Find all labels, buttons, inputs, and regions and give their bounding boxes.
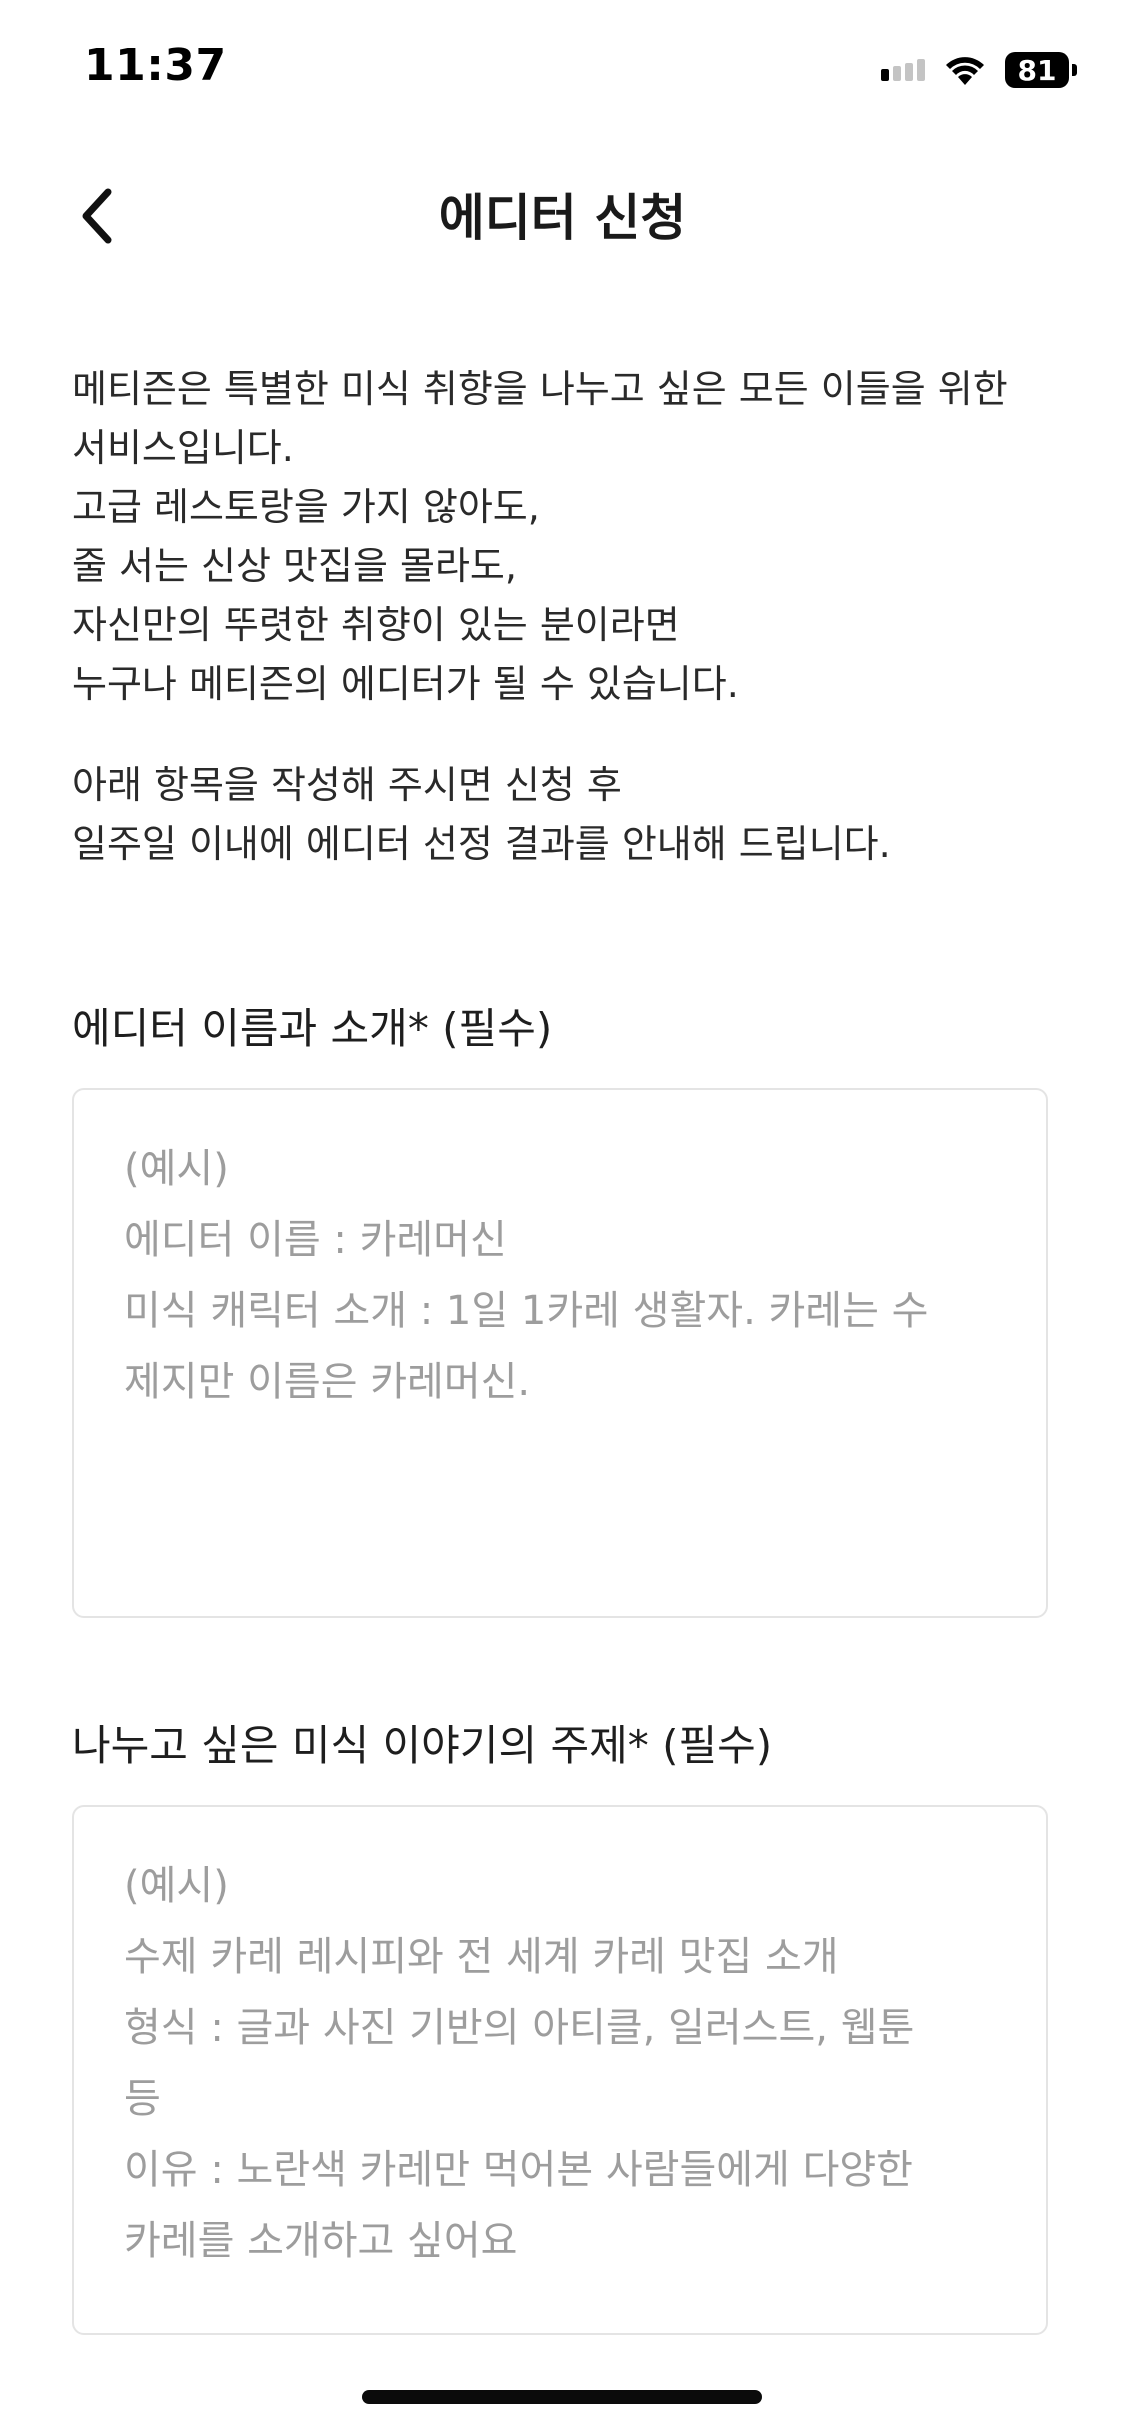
placeholder-line: 미식 캐릭터 소개 : 1일 1카레 생활자. 카레는 수	[124, 1288, 929, 1334]
status-time: 11:37	[84, 40, 227, 91]
intro-line: 아래 항목을 작성해 주시면 신청 후	[72, 763, 622, 807]
topic-textarea[interactable]: (예시) 수제 카레 레시피와 전 세계 카레 맛집 소개 형식 : 글과 사진…	[72, 1805, 1048, 2335]
editor-intro-label: 에디터 이름과 소개* (필수)	[72, 1004, 553, 1053]
placeholder-line: 에디터 이름 : 카레머신	[124, 1217, 507, 1263]
page-title: 에디터 신청	[438, 189, 687, 247]
home-indicator[interactable]	[362, 2390, 762, 2404]
status-icons: 81	[881, 48, 1077, 92]
placeholder-line: 수제 카레 레시피와 전 세계 카레 맛집 소개	[124, 1934, 839, 1980]
placeholder-line: 등	[124, 2076, 161, 2122]
editor-intro-textarea[interactable]: (예시) 에디터 이름 : 카레머신 미식 캐릭터 소개 : 1일 1카레 생활…	[72, 1088, 1048, 1618]
signal-icon	[881, 59, 925, 81]
topic-label: 나누고 싶은 미식 이야기의 주제* (필수)	[72, 1721, 773, 1770]
intro-line: 메티즌은 특별한 미식 취향을 나누고 싶은 모든 이들을 위한	[72, 367, 1008, 411]
placeholder-line: (예시)	[124, 1863, 229, 1909]
battery-icon: 81	[1005, 52, 1077, 88]
placeholder-line: 제지만 이름은 카레머신.	[124, 1359, 531, 1405]
intro-line: 서비스입니다.	[72, 426, 294, 470]
intro-line: 고급 레스토랑을 가지 않아도,	[72, 485, 540, 529]
intro-line: 누구나 메티즌의 에디터가 될 수 있습니다.	[72, 662, 739, 706]
placeholder-line: 카레를 소개하고 싶어요	[124, 2218, 518, 2264]
placeholder-line: 이유 : 노란색 카레만 먹어본 사람들에게 다양한	[124, 2147, 913, 2193]
intro-line: 일주일 이내에 에디터 선정 결과를 안내해 드립니다.	[72, 822, 891, 866]
nav-bar: 에디터 신청	[0, 160, 1125, 270]
intro-line: 줄 서는 신상 맛집을 몰라도,	[72, 544, 517, 588]
placeholder-line: (예시)	[124, 1146, 229, 1192]
status-bar: 11:37 81	[0, 0, 1125, 140]
battery-level: 81	[1005, 52, 1069, 88]
wifi-icon	[946, 57, 984, 85]
placeholder-line: 형식 : 글과 사진 기반의 아티클, 일러스트, 웹툰	[124, 2005, 915, 2051]
intro-line: 자신만의 뚜렷한 취향이 있는 분이라면	[72, 603, 680, 647]
intro-description: 메티즌은 특별한 미식 취향을 나누고 싶은 모든 이들을 위한 서비스입니다.…	[72, 360, 1062, 874]
